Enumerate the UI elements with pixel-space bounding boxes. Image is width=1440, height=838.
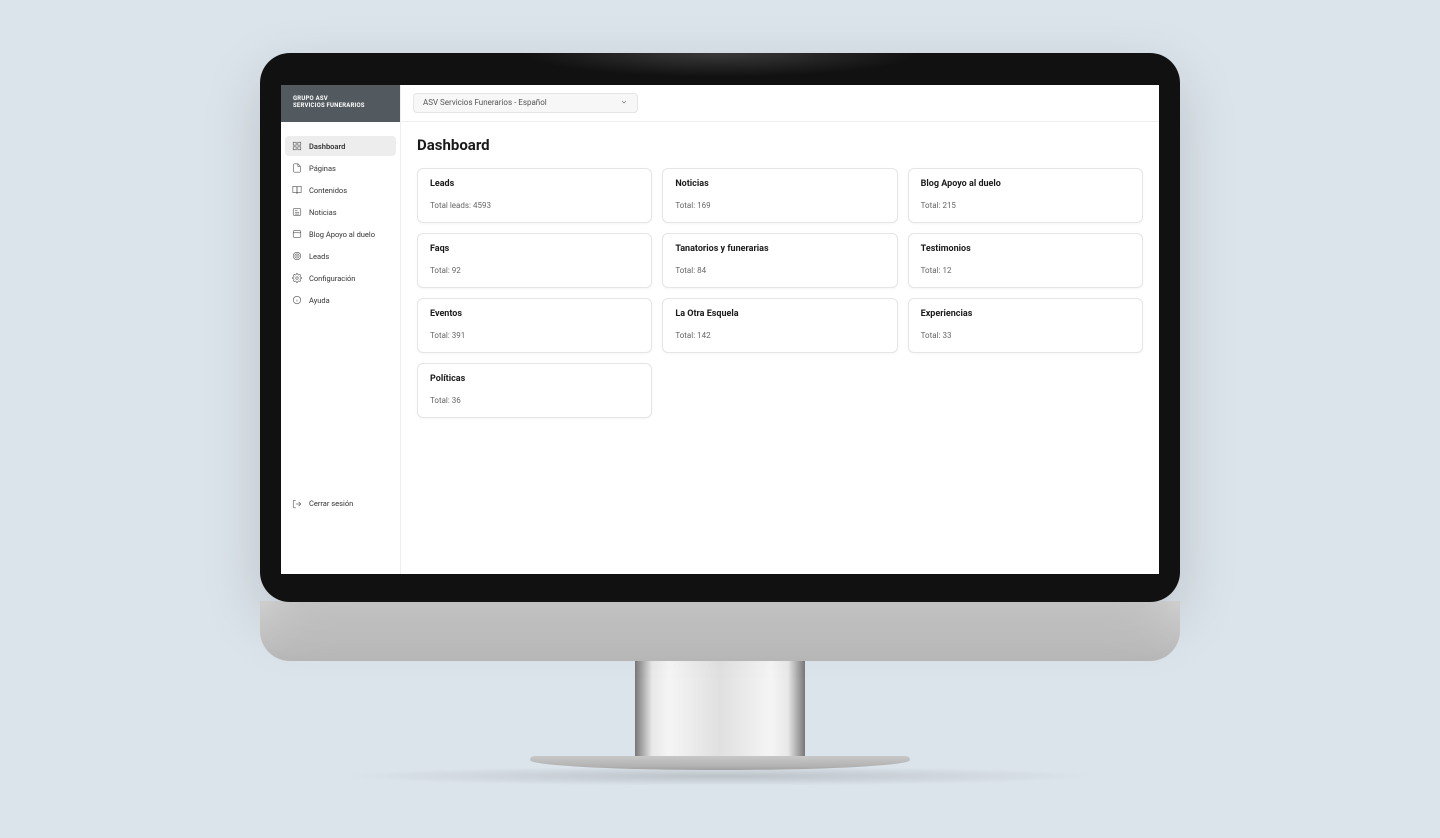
page-content: Dashboard Leads Total leads: 4593 Notici… <box>401 122 1159 574</box>
dashboard-card-faqs[interactable]: Faqs Total: 92 <box>417 233 652 288</box>
topbar: ASV Servicios Funerarios - Español <box>401 85 1159 122</box>
news-icon <box>292 207 302 217</box>
card-title: Faqs <box>430 244 639 254</box>
dashboard-card-blog[interactable]: Blog Apoyo al duelo Total: 215 <box>908 168 1143 223</box>
sidebar-item-label: Blog Apoyo al duelo <box>309 230 375 239</box>
dashboard-card-noticias[interactable]: Noticias Total: 169 <box>662 168 897 223</box>
card-title: Testimonios <box>921 244 1130 254</box>
card-value: Total: 142 <box>675 331 884 340</box>
dashboard-card-testimonios[interactable]: Testimonios Total: 12 <box>908 233 1143 288</box>
brand-logo: GRUPO ASV SERVICIOS FUNERARIOS <box>281 85 400 123</box>
card-title: Noticias <box>675 179 884 189</box>
grid-icon <box>292 141 302 151</box>
brand-line2: SERVICIOS FUNERARIOS <box>293 102 388 110</box>
sidebar-item-label: Ayuda <box>309 296 330 305</box>
card-title: Políticas <box>430 374 639 384</box>
dashboard-card-tanatorios[interactable]: Tanatorios y funerarias Total: 84 <box>662 233 897 288</box>
dashboard-card-esquela[interactable]: La Otra Esquela Total: 142 <box>662 298 897 353</box>
card-value: Total: 92 <box>430 266 639 275</box>
monitor-mockup: GRUPO ASV SERVICIOS FUNERARIOS Dashboard <box>260 53 1180 786</box>
logout-button[interactable]: Cerrar sesión <box>285 494 396 514</box>
monitor-camera-notch <box>520 53 920 77</box>
dashboard-cards-grid: Leads Total leads: 4593 Noticias Total: … <box>417 168 1143 418</box>
sidebar-item-label: Contenidos <box>309 186 347 195</box>
sidebar-item-label: Páginas <box>309 164 336 173</box>
page-title: Dashboard <box>417 136 1143 154</box>
card-value: Total: 33 <box>921 331 1130 340</box>
main-content: ASV Servicios Funerarios - Español Dashb… <box>401 85 1159 574</box>
monitor-neck <box>635 661 805 756</box>
sidebar-item-ayuda[interactable]: Ayuda <box>285 290 396 310</box>
card-value: Total leads: 4593 <box>430 201 639 210</box>
sidebar-item-label: Leads <box>309 252 329 261</box>
monitor-shadow <box>340 766 1100 786</box>
info-icon <box>292 295 302 305</box>
sidebar-item-label: Noticias <box>309 208 337 217</box>
target-icon <box>292 251 302 261</box>
monitor-bezel: GRUPO ASV SERVICIOS FUNERARIOS Dashboard <box>260 53 1180 602</box>
chevron-down-icon <box>620 98 628 108</box>
blog-icon <box>292 229 302 239</box>
site-selector-value: ASV Servicios Funerarios - Español <box>423 98 547 107</box>
logout-icon <box>292 499 302 509</box>
dashboard-card-leads[interactable]: Leads Total leads: 4593 <box>417 168 652 223</box>
card-title: Tanatorios y funerarias <box>675 244 884 254</box>
site-selector-dropdown[interactable]: ASV Servicios Funerarios - Español <box>413 93 638 113</box>
dashboard-card-politicas[interactable]: Políticas Total: 36 <box>417 363 652 418</box>
card-title: Experiencias <box>921 309 1130 319</box>
card-title: Leads <box>430 179 639 189</box>
dashboard-card-experiencias[interactable]: Experiencias Total: 33 <box>908 298 1143 353</box>
card-title: Blog Apoyo al duelo <box>921 179 1130 189</box>
sidebar-footer: Cerrar sesión <box>281 490 400 574</box>
card-title: La Otra Esquela <box>675 309 884 319</box>
book-icon <box>292 185 302 195</box>
logout-label: Cerrar sesión <box>309 499 353 508</box>
card-value: Total: 169 <box>675 201 884 210</box>
card-value: Total: 391 <box>430 331 639 340</box>
sidebar-item-paginas[interactable]: Páginas <box>285 158 396 178</box>
card-value: Total: 36 <box>430 396 639 405</box>
sidebar-item-noticias[interactable]: Noticias <box>285 202 396 222</box>
app-screen: GRUPO ASV SERVICIOS FUNERARIOS Dashboard <box>281 85 1159 574</box>
file-icon <box>292 163 302 173</box>
dashboard-card-eventos[interactable]: Eventos Total: 391 <box>417 298 652 353</box>
monitor-chin <box>260 601 1180 661</box>
card-title: Eventos <box>430 309 639 319</box>
card-value: Total: 84 <box>675 266 884 275</box>
sidebar-item-label: Dashboard <box>309 142 345 151</box>
sidebar: GRUPO ASV SERVICIOS FUNERARIOS Dashboard <box>281 85 401 574</box>
sidebar-nav: Dashboard Páginas Contenidos <box>281 122 400 489</box>
card-value: Total: 215 <box>921 201 1130 210</box>
sidebar-item-leads[interactable]: Leads <box>285 246 396 266</box>
sidebar-item-configuracion[interactable]: Configuración <box>285 268 396 288</box>
brand-line1: GRUPO ASV <box>293 95 388 103</box>
sidebar-item-contenidos[interactable]: Contenidos <box>285 180 396 200</box>
card-value: Total: 12 <box>921 266 1130 275</box>
sidebar-item-blog[interactable]: Blog Apoyo al duelo <box>285 224 396 244</box>
sidebar-item-label: Configuración <box>309 274 355 283</box>
gear-icon <box>292 273 302 283</box>
sidebar-item-dashboard[interactable]: Dashboard <box>285 136 396 156</box>
